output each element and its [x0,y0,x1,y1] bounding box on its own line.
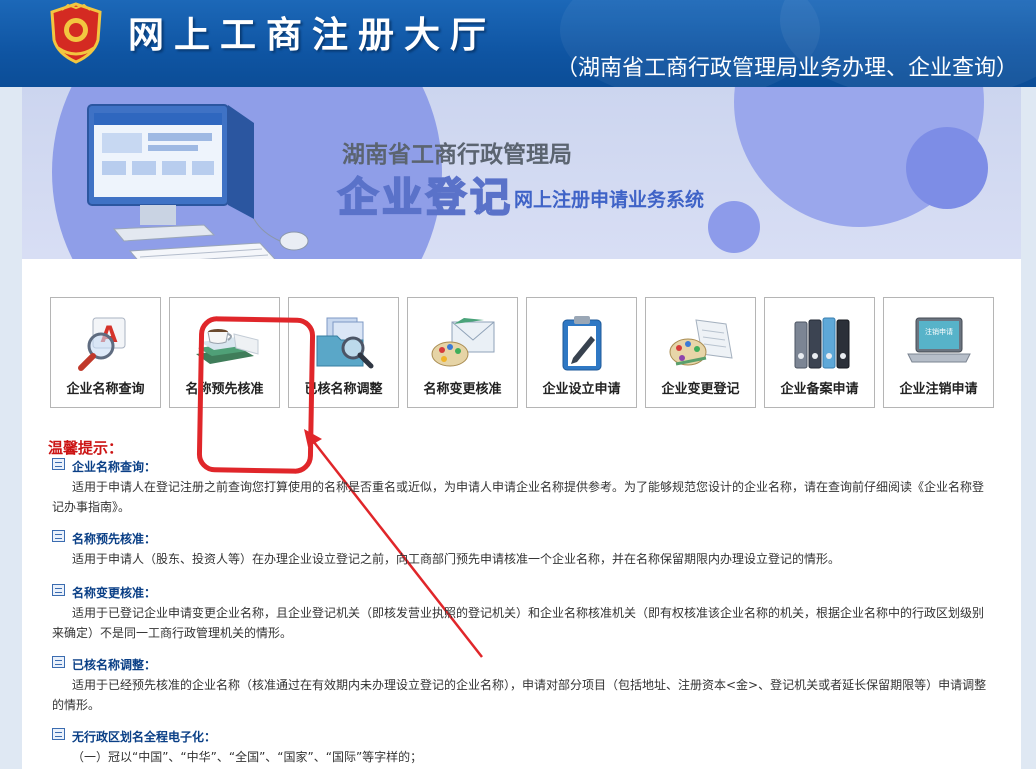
list-doc-icon [52,458,65,470]
tip-item: 名称变更核准： 适用于已登记企业申请变更企业名称，且企业登记机关（即核发营业执照… [52,583,992,643]
tip-item: 名称预先核准： 适用于申请人（股东、投资人等）在办理企业设立登记之前，向工商部门… [52,529,992,569]
banner-main-title: 企业登记 [337,174,514,222]
tip-heading: 企业名称查询： [52,457,992,477]
tip-body: 适用于申请人（股东、投资人等）在办理企业设立登记之前，向工商部门预先申请核准一个… [72,552,841,566]
list-doc-icon [52,728,65,740]
tip-item: 无行政区划名全程电子化： （一）冠以“中国”、“中华”、“全国”、“国家”、“国… [52,727,992,767]
palette-doc-icon [669,319,733,366]
tile-label: 企业名称查询 [66,382,145,397]
folder-magnifier-icon [316,317,374,369]
tip-body: 适用于申请人在登记注册之前查询您打算使用的名称是否重名或近似，为申请人申请企业名… [52,480,985,514]
computer-illustration-icon [87,104,309,259]
tile-label: 已核名称调整 [304,382,383,397]
tile-label: 企业变更登记 [661,382,740,397]
clipboard-pen-icon [562,316,602,371]
laptop-cancel-icon: 注销申请 [907,317,971,363]
tile-enterprise-filing[interactable]: 企业备案申请 [764,297,875,408]
banner-circle [906,127,988,209]
banner-circle [708,201,760,253]
list-doc-icon [52,584,65,596]
banner-agency-name: 湖南省工商行政管理局 [342,142,572,168]
banner-system-name: 网上注册申请业务系统 [514,189,705,211]
tile-label: 名称预先核准 [185,382,264,397]
tip-heading: 名称变更核准： [52,583,992,603]
tip-item: 企业名称查询： 适用于申请人在登记注册之前查询您打算使用的名称是否重名或近似，为… [52,457,992,517]
tips-title: 温馨提示： [48,439,124,457]
binders-icon [794,317,850,369]
tip-heading: 无行政区划名全程电子化： [52,727,992,747]
tip-heading: 名称预先核准： [52,529,992,549]
tip-body: （一）冠以“中国”、“中华”、“全国”、“国家”、“国际”等字样的； [72,750,423,764]
tile-label: 企业设立申请 [542,382,621,397]
site-header: 网上工商注册大厅 （湖南省工商行政管理局业务办理、企业查询） [0,0,1036,87]
books-cup-icon [196,329,259,364]
tile-enterprise-establish[interactable]: 企业设立申请 [526,297,637,408]
tile-label: 企业注销申请 [899,382,978,397]
tip-body: 适用于已经预先核准的企业名称（核准通过在有效期内未办理设立登记的企业名称），申请… [52,678,987,712]
site-subtitle: （湖南省工商行政管理局业务办理、企业查询） [555,56,1018,81]
tile-enterprise-change[interactable]: 企业变更登记 [645,297,756,408]
tip-body: 适用于已登记企业申请变更企业名称，且企业登记机关（即核发营业执照的登记机关）和企… [52,606,985,640]
national-emblem-icon [50,2,102,64]
tile-approved-name-adjust[interactable]: 已核名称调整 [288,297,399,408]
list-doc-icon [52,656,65,668]
tip-item: 已核名称调整： 适用于已经预先核准的企业名称（核准通过在有效期内未办理设立登记的… [52,655,992,715]
main-content: A 企业名称查询 名称预先核准 [22,259,1021,769]
envelope-palette-icon [431,318,495,367]
search-name-icon: A [78,317,126,371]
laptop-screen-text: 注销申请 [925,327,953,336]
banner: 湖南省工商行政管理局 企业登记 网上注册申请业务系统 [22,87,1021,259]
site-title: 网上工商注册大厅 [128,15,497,56]
tile-enterprise-cancellation[interactable]: 注销申请 企业注销申请 [883,297,994,408]
tile-name-pre-approval[interactable]: 名称预先核准 [169,297,280,408]
tile-enterprise-name-query[interactable]: A 企业名称查询 [50,297,161,408]
tile-label: 名称变更核准 [423,382,502,397]
list-doc-icon [52,530,65,542]
tile-label: 企业备案申请 [780,382,859,397]
tip-heading: 已核名称调整： [52,655,992,675]
tile-name-change-approval[interactable]: 名称变更核准 [407,297,518,408]
